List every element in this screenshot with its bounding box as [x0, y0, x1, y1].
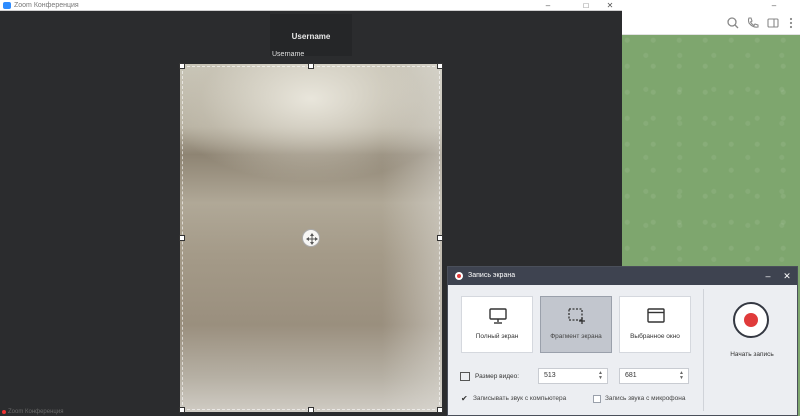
minimize-button[interactable]: –	[538, 0, 558, 11]
record-indicator-icon	[2, 410, 6, 414]
start-record-label: Начать запись	[730, 351, 774, 358]
resize-handle-bottom[interactable]	[308, 407, 314, 413]
participant-name: Username	[291, 32, 331, 41]
resize-handle-top-left[interactable]	[179, 63, 185, 69]
mic-audio-checkbox[interactable]	[593, 395, 601, 403]
maximize-button[interactable]: □	[576, 0, 596, 11]
zoom-bottom-text: Zoom Конференция	[8, 409, 64, 415]
zoom-bottom-bar: Zoom Конференция	[0, 408, 180, 416]
mode-window-button[interactable]: Выбранное окно	[619, 296, 691, 353]
participant-label: Username	[272, 51, 305, 58]
dialog-titlebar[interactable]: Запись экрана – ✕	[448, 267, 797, 285]
height-value: 681	[625, 372, 637, 379]
system-audio-checkbox[interactable]: ✔	[461, 395, 469, 403]
resize-handle-bottom-left[interactable]	[179, 407, 185, 413]
screen-recording-dialog: Запись экрана – ✕ Полный экран Фрагмент …	[447, 266, 798, 416]
telegram-chat-header	[622, 11, 800, 35]
search-icon[interactable]	[726, 16, 740, 30]
mode-window-label: Выбранное окно	[630, 333, 680, 340]
zoom-logo-icon	[3, 2, 11, 9]
close-button[interactable]: ✕	[600, 0, 620, 11]
sidebar-toggle-icon[interactable]	[766, 16, 780, 30]
height-spinbox[interactable]: 681 ▲ ▼	[619, 368, 689, 384]
monitor-icon	[489, 308, 507, 324]
zoom-window-title: Zoom Конференция	[14, 2, 79, 9]
resize-handle-right[interactable]	[437, 235, 443, 241]
move-handle-icon[interactable]	[302, 229, 320, 247]
mode-fullscreen-button[interactable]: Полный экран	[461, 296, 533, 353]
telegram-minimize-button[interactable]: –	[764, 0, 784, 11]
video-size-icon	[460, 372, 470, 381]
spin-arrows-icon[interactable]: ▲ ▼	[679, 371, 685, 381]
resize-handle-top[interactable]	[308, 63, 314, 69]
resize-handle-left[interactable]	[179, 235, 185, 241]
desktop: Zoom Конференция – □ ✕ Username Username…	[0, 0, 800, 416]
dialog-divider	[703, 289, 704, 411]
mode-fullscreen-label: Полный экран	[475, 333, 519, 340]
width-value: 513	[544, 372, 556, 379]
phone-icon[interactable]	[746, 16, 760, 30]
start-record-button[interactable]	[733, 302, 769, 338]
video-size-label: Размер видео:	[475, 373, 520, 380]
mic-audio-label: Запись звука с микрофона	[605, 395, 686, 402]
mode-fragment-label: Фрагмент экрана	[550, 333, 602, 340]
dialog-minimize-button[interactable]: –	[760, 267, 776, 285]
fragment-select-icon	[568, 308, 585, 324]
more-options-icon[interactable]	[784, 16, 798, 30]
mode-fragment-button[interactable]: Фрагмент экрана	[540, 296, 612, 353]
system-audio-label: Записывать звук с компьютера	[473, 395, 567, 402]
dialog-title: Запись экрана	[468, 272, 516, 279]
zoom-titlebar[interactable]: Zoom Конференция – □ ✕	[0, 0, 622, 11]
record-app-icon	[455, 272, 463, 280]
window-icon	[647, 308, 665, 323]
participant-name-card: Username	[270, 14, 352, 56]
spin-arrows-icon[interactable]: ▲ ▼	[598, 371, 604, 381]
telegram-titlebar[interactable]: –	[622, 0, 800, 11]
resize-handle-top-right[interactable]	[437, 63, 443, 69]
dialog-close-button[interactable]: ✕	[779, 267, 795, 285]
width-spinbox[interactable]: 513 ▲ ▼	[538, 368, 608, 384]
resize-handle-bottom-right[interactable]	[437, 407, 443, 413]
